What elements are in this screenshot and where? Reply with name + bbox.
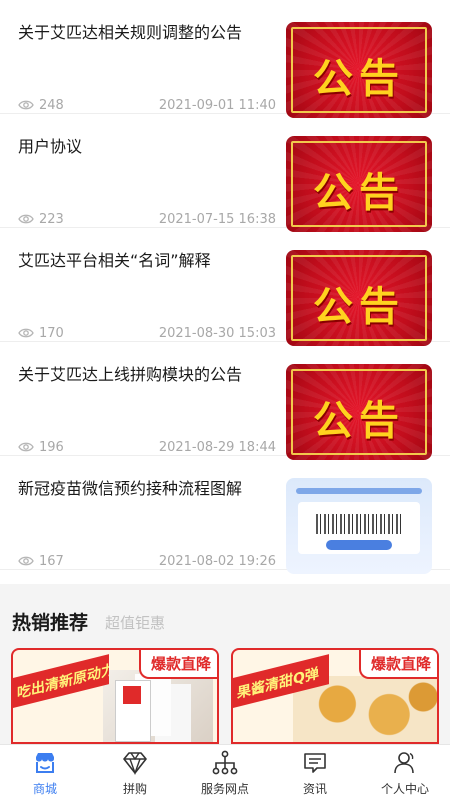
section-title: 热销推荐 bbox=[12, 612, 89, 634]
message-icon bbox=[304, 753, 326, 773]
eye-icon bbox=[18, 214, 34, 224]
view-count: 248 bbox=[39, 97, 64, 113]
tab-shop[interactable]: 商城 bbox=[0, 745, 90, 800]
shop-icon bbox=[36, 753, 54, 773]
news-item[interactable]: 用户协议 223 2021-07-15 16:38 公告 bbox=[0, 114, 450, 232]
view-count: 196 bbox=[39, 439, 64, 455]
notice-thumb-text: 公告 bbox=[313, 169, 405, 216]
section-subtitle: 超值钜惠 bbox=[105, 614, 166, 632]
notice-thumbnail: 公告 bbox=[286, 250, 432, 346]
bottom-tab-bar: 商城 拼购 服务网点 资讯 个人中心 bbox=[0, 744, 450, 800]
notice-thumb-text: 公告 bbox=[313, 397, 405, 444]
news-title: 用户协议 bbox=[18, 137, 83, 156]
news-date: 2021-07-15 16:38 bbox=[158, 211, 276, 227]
tab-label: 拼购 bbox=[122, 782, 147, 796]
news-title: 艾匹达平台相关“名词”解释 bbox=[18, 251, 211, 270]
view-count: 167 bbox=[39, 553, 64, 569]
news-item[interactable]: 关于艾匹达相关规则调整的公告 248 2021-09-01 11:40 公告 bbox=[0, 0, 450, 118]
eye-icon bbox=[18, 328, 34, 338]
vaccine-thumbnail bbox=[286, 478, 432, 574]
notice-thumbnail: 公告 bbox=[286, 136, 432, 232]
news-date: 2021-08-02 19:26 bbox=[158, 553, 276, 569]
eye-icon bbox=[18, 442, 34, 452]
tab-service-points[interactable]: 服务网点 bbox=[180, 745, 270, 800]
view-count: 223 bbox=[39, 211, 64, 227]
product-card[interactable]: 果酱清甜Q弹 爆款直降 bbox=[231, 648, 439, 744]
product-slogan: 吃出清新原动力 bbox=[13, 654, 109, 708]
news-meta: 170 2021-08-30 15:03 bbox=[18, 324, 276, 342]
tab-news[interactable]: 资讯 bbox=[270, 745, 360, 800]
tab-profile[interactable]: 个人中心 bbox=[360, 745, 450, 800]
news-date: 2021-08-29 18:44 bbox=[158, 439, 276, 455]
eye-icon bbox=[18, 556, 34, 566]
tab-group-buy[interactable]: 拼购 bbox=[90, 745, 180, 800]
hot-products-section: 热销推荐 超值钜惠 吃出清新原动力 爆款直降 果酱清甜Q弹 爆款直降 bbox=[0, 584, 450, 744]
notice-thumb-text: 公告 bbox=[313, 283, 405, 330]
tab-label: 资讯 bbox=[302, 782, 327, 796]
news-item[interactable]: 艾匹达平台相关“名词”解释 170 2021-08-30 15:03 公告 bbox=[0, 228, 450, 346]
news-list: 关于艾匹达相关规则调整的公告 248 2021-09-01 11:40 公告 用… bbox=[0, 0, 450, 574]
tab-label: 服务网点 bbox=[200, 782, 249, 796]
product-image bbox=[103, 670, 213, 742]
news-date: 2021-09-01 11:40 bbox=[158, 97, 276, 113]
news-meta: 167 2021-08-02 19:26 bbox=[18, 552, 276, 570]
news-title: 关于艾匹达相关规则调整的公告 bbox=[18, 23, 243, 42]
diamond-icon bbox=[123, 752, 147, 776]
view-count: 170 bbox=[39, 325, 64, 341]
product-badge: 爆款直降 bbox=[138, 650, 217, 679]
network-icon bbox=[212, 750, 238, 775]
news-title: 新冠疫苗微信预约接种流程图解 bbox=[18, 479, 243, 498]
news-date: 2021-08-30 15:03 bbox=[158, 325, 276, 341]
notice-thumb-text: 公告 bbox=[313, 55, 405, 102]
eye-icon bbox=[18, 100, 34, 110]
news-meta: 223 2021-07-15 16:38 bbox=[18, 210, 276, 228]
tab-label: 个人中心 bbox=[380, 782, 429, 796]
news-meta: 248 2021-09-01 11:40 bbox=[18, 96, 276, 114]
product-card[interactable]: 吃出清新原动力 爆款直降 bbox=[11, 648, 219, 744]
tab-label: 商城 bbox=[32, 782, 57, 796]
notice-thumbnail: 公告 bbox=[286, 364, 432, 460]
news-title: 关于艾匹达上线拼购模块的公告 bbox=[18, 365, 243, 384]
notice-thumbnail: 公告 bbox=[286, 22, 432, 118]
product-badge: 爆款直降 bbox=[358, 650, 437, 679]
news-meta: 196 2021-08-29 18:44 bbox=[18, 438, 276, 456]
news-item[interactable]: 新冠疫苗微信预约接种流程图解 167 2021-08-02 19:26 bbox=[0, 456, 450, 574]
user-icon bbox=[394, 752, 414, 774]
news-item[interactable]: 关于艾匹达上线拼购模块的公告 196 2021-08-29 18:44 公告 bbox=[0, 342, 450, 460]
